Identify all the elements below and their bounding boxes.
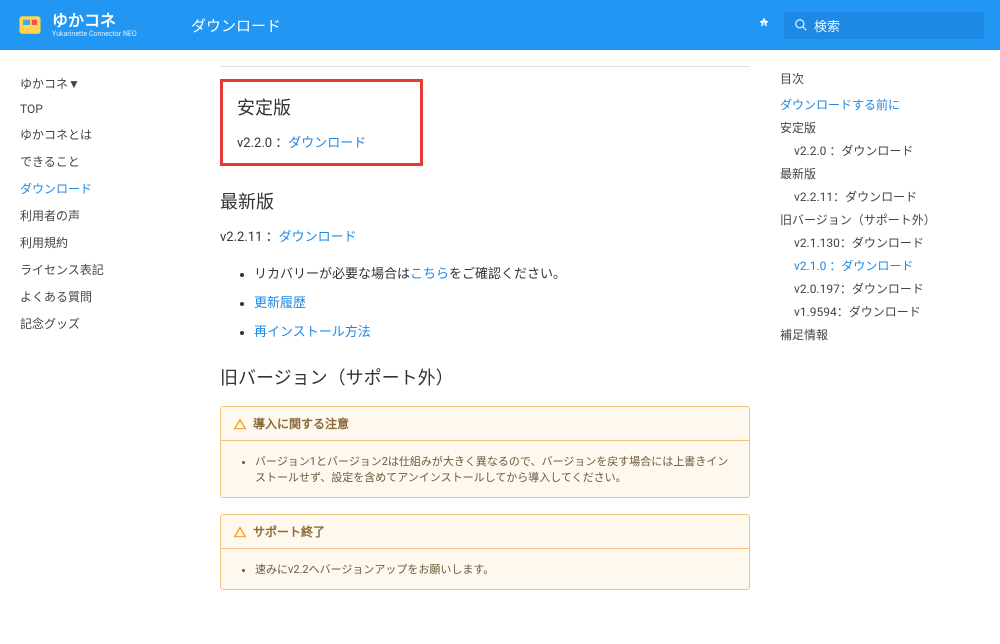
sidebar-item[interactable]: できること: [0, 148, 200, 175]
logo[interactable]: ゆかコネ Yukarinette Connector NEO: [16, 11, 176, 39]
stable-heading: 安定版: [237, 94, 406, 120]
toc-item[interactable]: v2.0.197：ダウンロード: [780, 277, 990, 300]
toc-item[interactable]: 旧バージョン（サポート外）: [780, 208, 990, 231]
stable-highlight: 安定版 v2.2.0 ：ダウンロード: [220, 79, 423, 166]
search-placeholder: 検索: [814, 16, 840, 35]
sidebar-item[interactable]: ゆかコネとは: [0, 121, 200, 148]
logo-subtitle: Yukarinette Connector NEO: [52, 31, 137, 38]
toc-sidebar: 目次 ダウンロードする前に安定版v2.2.0 ：ダウンロード最新版v2.2.11…: [780, 50, 1000, 644]
app-logo-icon: [16, 11, 44, 39]
font-setting-icon[interactable]: A: [754, 15, 774, 35]
toc-item[interactable]: v2.2.0 ：ダウンロード: [780, 139, 990, 162]
toc-item[interactable]: 補足情報: [780, 323, 990, 346]
sidebar-left: ゆかコネ▼TOPゆかコネとはできることダウンロード利用者の声利用規約ライセンス表…: [0, 50, 200, 644]
toc-item[interactable]: 安定版: [780, 116, 990, 139]
latest-section: 最新版 v2.2.11 ：ダウンロード リカバリーが必要な場合はこちらをご確認く…: [220, 188, 750, 340]
header: ゆかコネ Yukarinette Connector NEO ダウンロード A …: [0, 0, 1000, 50]
toc-item[interactable]: v1.9594：ダウンロード: [780, 300, 990, 323]
toc-item[interactable]: v2.1.0 ：ダウンロード: [780, 254, 990, 277]
warning-icon: [233, 417, 247, 431]
reinstall-link[interactable]: 再インストール方法: [254, 325, 371, 340]
main-content: 安定版 v2.2.0 ：ダウンロード 最新版 v2.2.11 ：ダウンロード リ…: [200, 50, 780, 644]
old-versions-section: 旧バージョン（サポート外） 導入に関する注意 バージョン1とバージョン2は仕組み…: [220, 364, 750, 590]
latest-download-link[interactable]: ダウンロード: [279, 230, 357, 245]
stable-version: v2.2.0 ：: [237, 136, 288, 151]
toc-heading: 目次: [780, 70, 990, 87]
sidebar-item[interactable]: ダウンロード: [0, 175, 200, 202]
sidebar-item[interactable]: よくある質問: [0, 283, 200, 310]
sidebar-item[interactable]: 利用者の声: [0, 202, 200, 229]
sidebar-item[interactable]: ゆかコネ▼: [0, 70, 200, 97]
bullet-changelog: 更新履歴: [254, 292, 750, 311]
search-icon: [794, 18, 808, 32]
stable-download-link[interactable]: ダウンロード: [288, 136, 366, 151]
logo-title: ゆかコネ: [52, 13, 137, 29]
warning-icon: [233, 525, 247, 539]
sidebar-item[interactable]: ライセンス表記: [0, 256, 200, 283]
alert-body-text: 速みにv2.2へバージョンアップをお願いします。: [255, 561, 731, 577]
alert-title: 導入に関する注意: [253, 415, 349, 432]
bullet-reinstall: 再インストール方法: [254, 321, 750, 340]
divider: [220, 66, 750, 67]
page-title: ダウンロード: [191, 15, 754, 36]
toc-item[interactable]: v2.2.11：ダウンロード: [780, 185, 990, 208]
search-input[interactable]: 検索: [784, 12, 984, 39]
sidebar-item[interactable]: TOP: [0, 97, 200, 121]
stable-version-line: v2.2.0 ：ダウンロード: [237, 132, 406, 151]
sidebar-item[interactable]: 利用規約: [0, 229, 200, 256]
toc-list: ダウンロードする前に安定版v2.2.0 ：ダウンロード最新版v2.2.11：ダウ…: [780, 93, 990, 346]
recovery-link[interactable]: こちら: [410, 267, 449, 282]
sidebar-item[interactable]: 記念グッズ: [0, 310, 200, 337]
latest-bullets: リカバリーが必要な場合はこちらをご確認ください。 更新履歴 再インストール方法: [220, 263, 750, 340]
bullet-recovery: リカバリーが必要な場合はこちらをご確認ください。: [254, 263, 750, 282]
latest-heading: 最新版: [220, 188, 750, 214]
old-heading: 旧バージョン（サポート外）: [220, 364, 750, 390]
alert-title: サポート終了: [253, 523, 325, 540]
changelog-link[interactable]: 更新履歴: [254, 296, 306, 311]
toc-item[interactable]: 最新版: [780, 162, 990, 185]
alert-body-text: バージョン1とバージョン2は仕組みが大きく異なるので、バージョンを戻す場合には上…: [255, 453, 731, 485]
alert-support-end: サポート終了 速みにv2.2へバージョンアップをお願いします。: [220, 514, 750, 590]
toc-item[interactable]: v2.1.130：ダウンロード: [780, 231, 990, 254]
svg-text:A: A: [762, 21, 767, 30]
alert-install-note: 導入に関する注意 バージョン1とバージョン2は仕組みが大きく異なるので、バージョ…: [220, 406, 750, 498]
toc-item[interactable]: ダウンロードする前に: [780, 93, 990, 116]
latest-version: v2.2.11 ：: [220, 230, 279, 245]
latest-version-line: v2.2.11 ：ダウンロード: [220, 226, 750, 245]
